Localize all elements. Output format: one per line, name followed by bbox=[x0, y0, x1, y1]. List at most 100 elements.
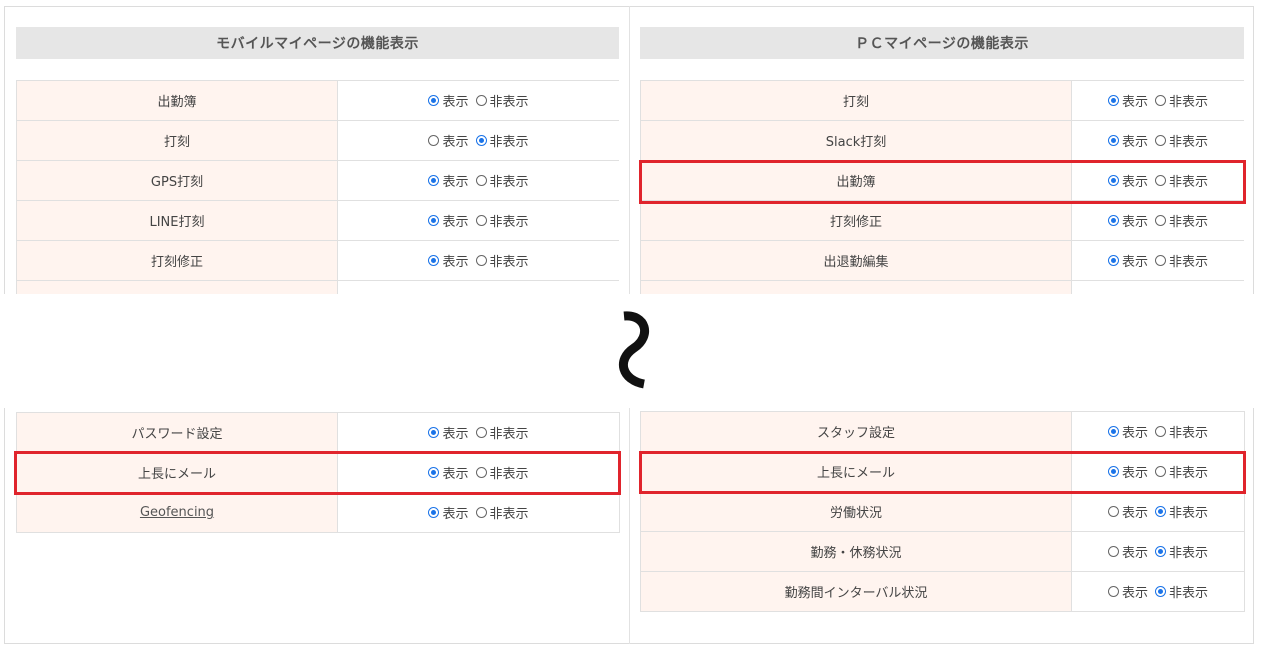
hide-radio-label[interactable]: 非表示 bbox=[490, 463, 529, 482]
show-radio-label[interactable]: 表示 bbox=[1122, 251, 1148, 270]
show-radio[interactable] bbox=[1107, 95, 1119, 106]
visibility-radio-group: 表示 非表示 bbox=[428, 503, 529, 522]
hide-radio-label[interactable]: 非表示 bbox=[1169, 582, 1208, 601]
show-radio-label[interactable]: 表示 bbox=[1122, 211, 1148, 230]
setting-row: 打刻修正 表示 非表示 bbox=[640, 200, 1244, 241]
show-radio[interactable] bbox=[428, 427, 440, 438]
show-radio-label[interactable]: 表示 bbox=[1122, 502, 1148, 521]
show-radio-label[interactable]: 表示 bbox=[1122, 462, 1148, 481]
setting-label: スタッフ設定 bbox=[816, 426, 895, 441]
visibility-radio-group: 表示 非表示 bbox=[1107, 582, 1208, 601]
show-radio-label[interactable]: 表示 bbox=[442, 91, 468, 110]
show-radio[interactable] bbox=[1107, 546, 1119, 557]
hide-radio[interactable] bbox=[1155, 95, 1166, 106]
hide-radio[interactable] bbox=[475, 135, 487, 146]
hide-radio[interactable] bbox=[475, 467, 487, 478]
visibility-radio-group: 表示 非表示 bbox=[1107, 91, 1208, 110]
setting-label-cell bbox=[16, 280, 338, 294]
hide-radio[interactable] bbox=[475, 95, 487, 106]
visibility-radio-group: 表示 非表示 bbox=[1107, 131, 1208, 150]
setting-label-cell: 出勤簿 bbox=[16, 80, 338, 121]
show-radio[interactable] bbox=[1107, 506, 1119, 517]
show-radio[interactable] bbox=[428, 255, 440, 266]
show-radio[interactable] bbox=[428, 467, 440, 478]
setting-row: 上長にメール 表示 非表示 bbox=[16, 452, 620, 493]
show-radio-label[interactable]: 表示 bbox=[442, 211, 468, 230]
geofencing-link[interactable]: Geofencing bbox=[140, 505, 214, 520]
hide-radio-label[interactable]: 非表示 bbox=[1169, 131, 1208, 150]
show-radio[interactable] bbox=[428, 175, 440, 186]
show-radio[interactable] bbox=[428, 507, 440, 518]
hide-radio[interactable] bbox=[1155, 255, 1166, 266]
show-radio-label[interactable]: 表示 bbox=[1122, 171, 1148, 190]
hide-radio-label[interactable]: 非表示 bbox=[1169, 211, 1208, 230]
setting-row: 労働状況 表示 非表示 bbox=[640, 491, 1245, 532]
setting-label-cell bbox=[640, 280, 1072, 294]
show-radio-label[interactable]: 表示 bbox=[442, 131, 468, 150]
setting-label-cell: 出退勤編集 bbox=[640, 240, 1072, 281]
show-radio[interactable] bbox=[1107, 466, 1119, 477]
show-radio[interactable] bbox=[1107, 175, 1119, 186]
hide-radio[interactable] bbox=[1155, 586, 1166, 597]
hide-radio-label[interactable]: 非表示 bbox=[1169, 462, 1208, 481]
hide-radio[interactable] bbox=[475, 215, 487, 226]
show-radio[interactable] bbox=[428, 215, 440, 226]
hide-radio[interactable] bbox=[475, 507, 487, 518]
setting-options-cell: 表示 非表示 bbox=[337, 200, 619, 241]
setting-label: 労働状況 bbox=[829, 506, 882, 521]
omission-squiggle-icon bbox=[619, 311, 649, 389]
hide-radio[interactable] bbox=[1155, 426, 1166, 437]
show-radio[interactable] bbox=[1107, 215, 1119, 226]
setting-options-cell: 表示 非表示 bbox=[1071, 120, 1244, 161]
hide-radio-label[interactable]: 非表示 bbox=[490, 171, 529, 190]
setting-label-cell: スタッフ設定 bbox=[640, 411, 1072, 452]
show-radio[interactable] bbox=[1107, 135, 1119, 146]
pc-table-top-wrapper: 打刻 表示 非表示 Slack打刻 表示 非表示 出勤簿 表示 非表示 打刻修正 表示 非表示 出退勤編… bbox=[640, 80, 1244, 294]
setting-label: Slack打刻 bbox=[825, 135, 887, 150]
hide-radio-label[interactable]: 非表示 bbox=[1169, 422, 1208, 441]
hide-radio-label[interactable]: 非表示 bbox=[1169, 502, 1208, 521]
hide-radio[interactable] bbox=[1155, 466, 1166, 477]
show-radio-label[interactable]: 表示 bbox=[442, 503, 468, 522]
hide-radio-label[interactable]: 非表示 bbox=[490, 131, 529, 150]
hide-radio[interactable] bbox=[1155, 175, 1166, 186]
show-radio-label[interactable]: 表示 bbox=[1122, 542, 1148, 561]
show-radio-label[interactable]: 表示 bbox=[442, 171, 468, 190]
hide-radio-label[interactable]: 非表示 bbox=[1169, 251, 1208, 270]
hide-radio-label[interactable]: 非表示 bbox=[1169, 91, 1208, 110]
hide-radio[interactable] bbox=[475, 427, 487, 438]
hide-radio[interactable] bbox=[475, 175, 487, 186]
hide-radio-label[interactable]: 非表示 bbox=[490, 211, 529, 230]
pc-settings-table-top: 打刻 表示 非表示 Slack打刻 表示 非表示 出勤簿 表示 非表示 打刻修正 表示 非表示 出退勤編… bbox=[640, 80, 1244, 294]
show-radio-label[interactable]: 表示 bbox=[442, 463, 468, 482]
visibility-radio-group: 表示 非表示 bbox=[428, 211, 529, 230]
show-radio[interactable] bbox=[428, 95, 440, 106]
show-radio[interactable] bbox=[1107, 586, 1119, 597]
hide-radio[interactable] bbox=[1155, 135, 1166, 146]
setting-options-cell: 表示 非表示 bbox=[337, 240, 619, 281]
hide-radio[interactable] bbox=[1155, 506, 1166, 517]
show-radio-label[interactable]: 表示 bbox=[1122, 422, 1148, 441]
setting-options-cell: 表示 非表示 bbox=[1071, 451, 1245, 492]
hide-radio-label[interactable]: 非表示 bbox=[490, 503, 529, 522]
hide-radio-label[interactable]: 非表示 bbox=[490, 423, 529, 442]
pc-panel-title: ＰＣマイページの機能表示 bbox=[640, 27, 1244, 59]
show-radio-label[interactable]: 表示 bbox=[442, 423, 468, 442]
hide-radio-label[interactable]: 非表示 bbox=[1169, 171, 1208, 190]
hide-radio-label[interactable]: 非表示 bbox=[490, 251, 529, 270]
setting-label: 上長にメール bbox=[816, 466, 895, 481]
show-radio-label[interactable]: 表示 bbox=[442, 251, 468, 270]
setting-label: 打刻 bbox=[163, 135, 190, 150]
hide-radio[interactable] bbox=[1155, 546, 1166, 557]
hide-radio-label[interactable]: 非表示 bbox=[1169, 542, 1208, 561]
hide-radio[interactable] bbox=[1155, 215, 1166, 226]
show-radio[interactable] bbox=[1107, 255, 1119, 266]
show-radio-label[interactable]: 表示 bbox=[1122, 131, 1148, 150]
setting-options-cell: 表示 非表示 bbox=[1071, 240, 1244, 281]
show-radio-label[interactable]: 表示 bbox=[1122, 582, 1148, 601]
hide-radio[interactable] bbox=[475, 255, 487, 266]
show-radio[interactable] bbox=[428, 135, 440, 146]
hide-radio-label[interactable]: 非表示 bbox=[490, 91, 529, 110]
show-radio[interactable] bbox=[1107, 426, 1119, 437]
show-radio-label[interactable]: 表示 bbox=[1122, 91, 1148, 110]
